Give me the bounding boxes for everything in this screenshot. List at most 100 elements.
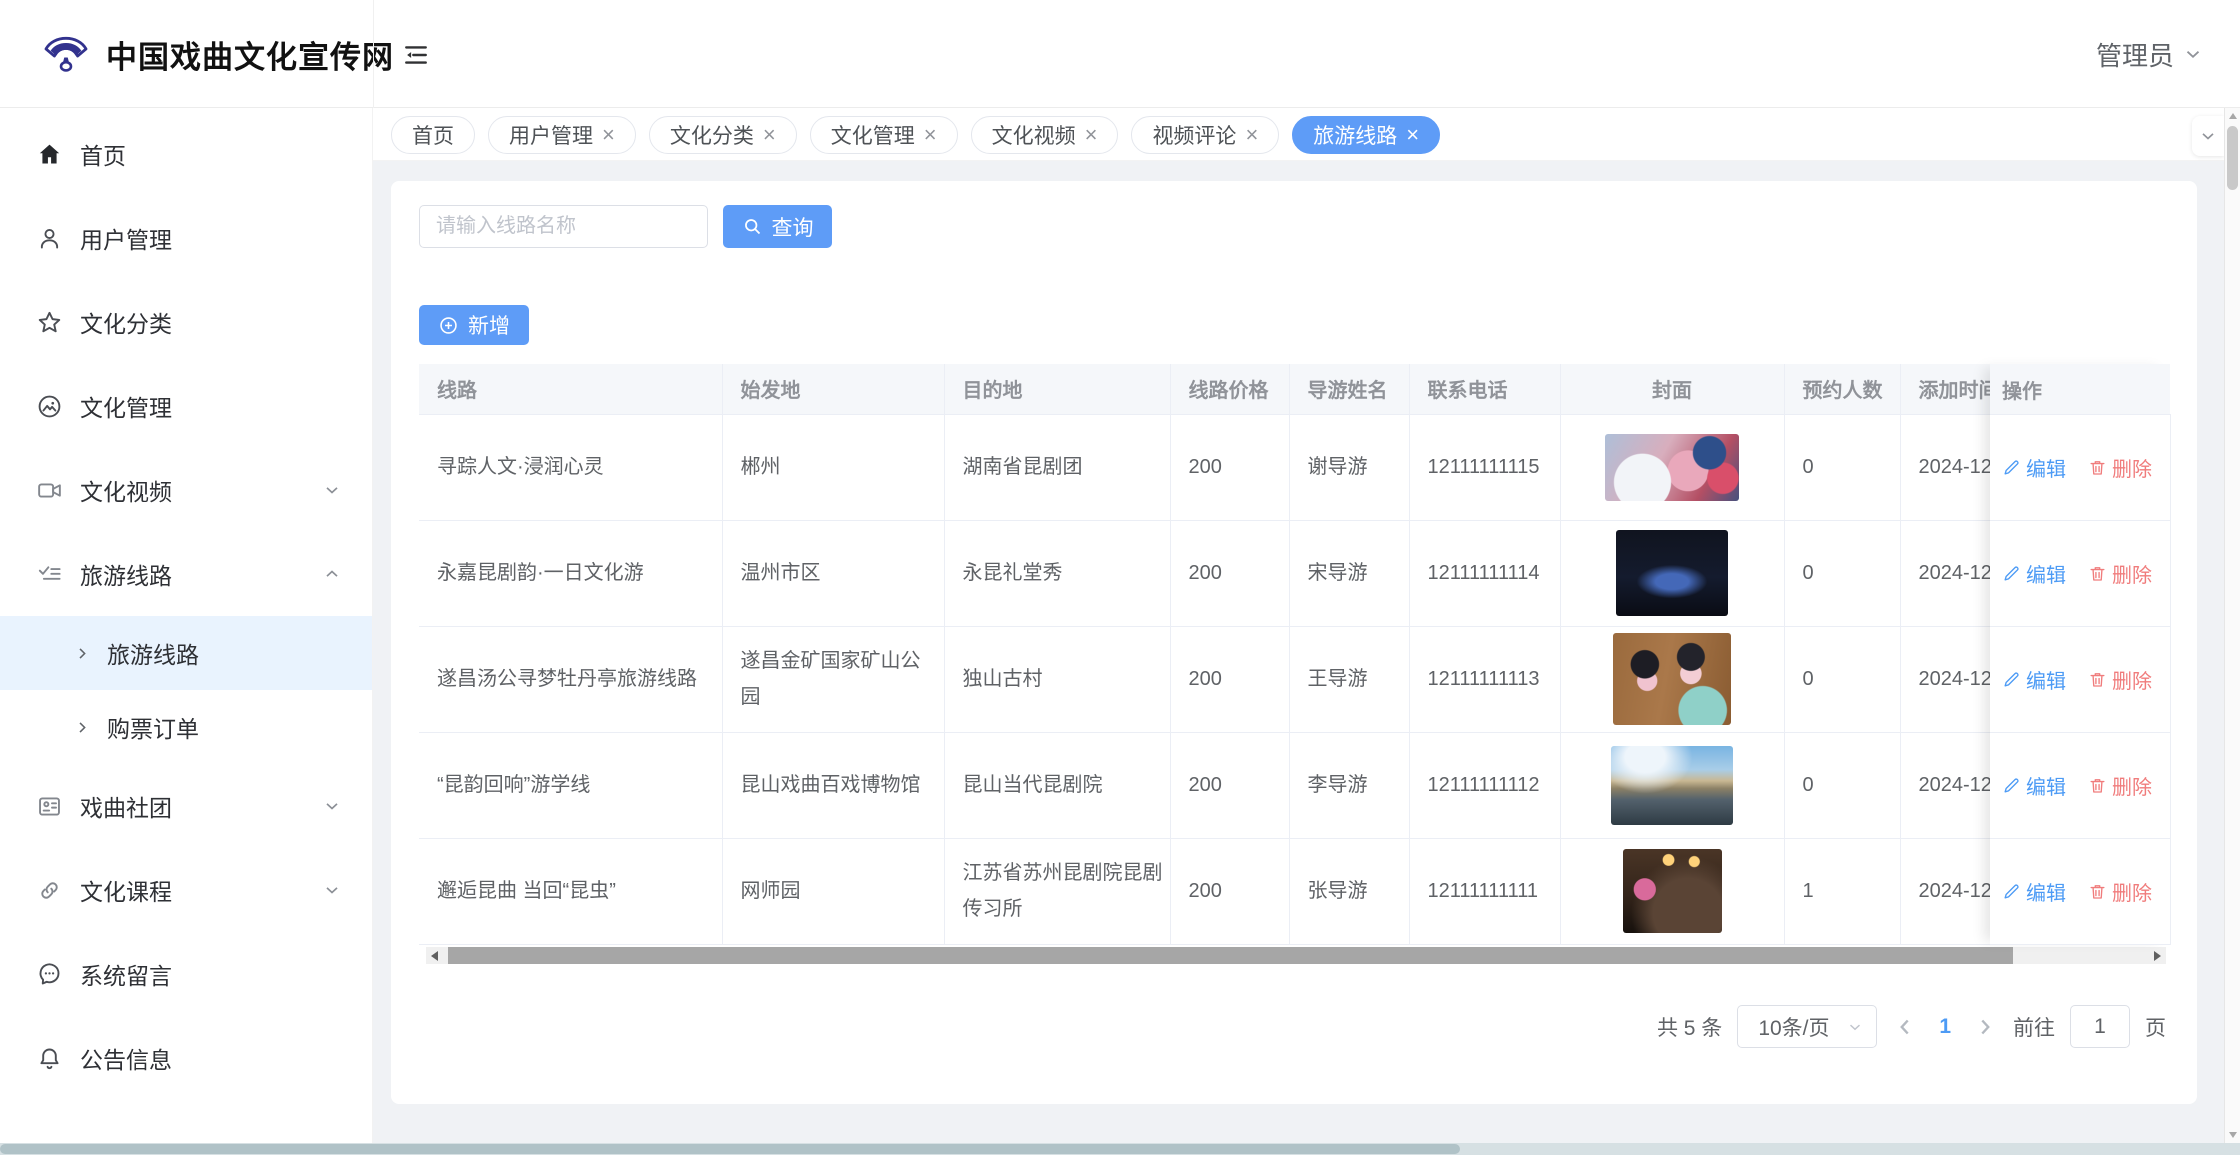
delete-button-label: 删除 bbox=[2112, 671, 2152, 693]
edit-button[interactable]: 编辑 bbox=[2002, 665, 2066, 694]
sidebar-item-label: 系统留言 bbox=[80, 963, 172, 989]
cell-origin: 网师园 bbox=[722, 838, 945, 945]
sidebar-subitem-label: 旅游线路 bbox=[107, 642, 199, 668]
sidebar: 首页 用户管理 文化分类 文化管理 文化视频 旅游线路 旅游线路 购票订单 戏曲社团 文化课程 系统… bbox=[0, 108, 373, 1143]
chevron-down-icon bbox=[322, 796, 342, 816]
table-row: 寻踪人文·浸润心灵 郴州 湖南省昆剧团 200 谢导游 12111111115 0 2024-… bbox=[419, 414, 2171, 521]
chevron-down-icon bbox=[322, 880, 342, 900]
tab-旅游线路[interactable]: 旅游线路 × bbox=[1292, 116, 1441, 154]
route-icon bbox=[36, 561, 63, 588]
sidebar-subitem-旅游线路[interactable]: 旅游线路 bbox=[0, 616, 372, 690]
delete-button[interactable]: 删除 bbox=[2088, 559, 2152, 588]
search-input[interactable] bbox=[419, 205, 708, 248]
current-page[interactable]: 1 bbox=[1933, 1015, 1957, 1039]
column-header-封面: 封面 bbox=[1560, 364, 1785, 415]
trash-icon bbox=[2088, 564, 2107, 583]
sidebar-item-文化分类[interactable]: 文化分类 bbox=[0, 280, 372, 364]
tab-close-icon[interactable]: × bbox=[1406, 124, 1419, 146]
goto-page-input[interactable] bbox=[2070, 1005, 2130, 1048]
cell-price: 200 bbox=[1170, 414, 1290, 521]
search-button-label: 查询 bbox=[771, 216, 814, 240]
tab-文化管理[interactable]: 文化管理 × bbox=[809, 116, 958, 154]
sidebar-item-公告信息[interactable]: 公告信息 bbox=[0, 1016, 372, 1100]
cell-price: 200 bbox=[1170, 520, 1290, 627]
search-icon bbox=[742, 216, 763, 237]
tab-文化视频[interactable]: 文化视频 × bbox=[970, 116, 1119, 154]
delete-button[interactable]: 删除 bbox=[2088, 877, 2152, 906]
tab-视频评论[interactable]: 视频评论 × bbox=[1131, 116, 1280, 154]
tab-close-icon[interactable]: × bbox=[1245, 124, 1258, 146]
cell-bookings: 0 bbox=[1784, 414, 1901, 521]
table-horizontal-scrollbar[interactable] bbox=[426, 947, 2166, 964]
sidebar-item-文化管理[interactable]: 文化管理 bbox=[0, 364, 372, 448]
cell-cover bbox=[1560, 838, 1785, 945]
delete-button[interactable]: 删除 bbox=[2088, 771, 2152, 800]
sidebar-fold-icon[interactable] bbox=[403, 42, 429, 68]
tab-首页[interactable]: 首页 bbox=[391, 116, 475, 154]
tab-label: 视频评论 bbox=[1152, 125, 1237, 148]
add-button[interactable]: 新增 bbox=[419, 305, 529, 345]
cell-cover bbox=[1560, 520, 1785, 627]
edit-button[interactable]: 编辑 bbox=[2002, 559, 2066, 588]
edit-button[interactable]: 编辑 bbox=[2002, 453, 2066, 482]
message-icon bbox=[36, 961, 63, 988]
sidebar-item-文化课程[interactable]: 文化课程 bbox=[0, 848, 372, 932]
tab-close-icon[interactable]: × bbox=[924, 124, 937, 146]
tab-label: 文化分类 bbox=[669, 125, 754, 148]
column-header-始发地: 始发地 bbox=[722, 364, 945, 415]
chevron-right-icon bbox=[74, 645, 91, 662]
column-header-联系电话: 联系电话 bbox=[1409, 364, 1561, 415]
sidebar-item-系统留言[interactable]: 系统留言 bbox=[0, 932, 372, 1016]
prev-page-icon[interactable] bbox=[1892, 1014, 1918, 1040]
chevron-down-icon bbox=[322, 480, 342, 500]
scroll-right-icon[interactable] bbox=[2149, 947, 2166, 964]
actions-column: 操作 编辑 删除 编辑 删除 编辑 删除 编辑 删除 编辑 删除 bbox=[1990, 364, 2170, 945]
edit-button[interactable]: 编辑 bbox=[2002, 771, 2066, 800]
star-icon bbox=[36, 309, 63, 336]
next-page-icon[interactable] bbox=[1972, 1014, 1998, 1040]
delete-button[interactable]: 删除 bbox=[2088, 665, 2152, 694]
edit-button[interactable]: 编辑 bbox=[2002, 877, 2066, 906]
tab-文化分类[interactable]: 文化分类 × bbox=[648, 116, 797, 154]
window-horizontal-scrollbar[interactable] bbox=[0, 1143, 2240, 1155]
app-title: 中国戏曲文化宣传网 bbox=[106, 39, 394, 75]
admin-menu[interactable]: 管理员 bbox=[2096, 0, 2204, 108]
page-size-select[interactable]: 10条/页 bbox=[1737, 1005, 1878, 1048]
tab-overflow-button[interactable] bbox=[2192, 116, 2224, 156]
cell-guide: 宋导游 bbox=[1289, 520, 1410, 627]
delete-button-label: 删除 bbox=[2112, 565, 2152, 587]
tab-close-icon[interactable]: × bbox=[763, 124, 776, 146]
routes-card: 查询 新增 线路始发地目的地线路价格导游姓名联系电话封面预约人数添加时间 寻踪人… bbox=[391, 181, 2197, 1104]
fan-logo-icon bbox=[40, 28, 92, 80]
sidebar-item-戏曲社团[interactable]: 戏曲社团 bbox=[0, 764, 372, 848]
sidebar-item-首页[interactable]: 首页 bbox=[0, 112, 372, 196]
delete-button-label: 删除 bbox=[2112, 459, 2152, 481]
cell-guide: 李导游 bbox=[1289, 732, 1410, 839]
tab-用户管理[interactable]: 用户管理 × bbox=[488, 116, 636, 154]
cell-bookings: 0 bbox=[1784, 732, 1901, 839]
add-button-label: 新增 bbox=[468, 315, 510, 338]
scroll-down-icon[interactable] bbox=[2229, 1132, 2237, 1138]
sidebar-item-旅游线路[interactable]: 旅游线路 bbox=[0, 532, 372, 616]
vertical-scrollbar[interactable] bbox=[2224, 108, 2240, 1143]
trash-icon bbox=[2088, 670, 2107, 689]
search-button[interactable]: 查询 bbox=[723, 205, 832, 248]
scrollbar-thumb[interactable] bbox=[448, 947, 2013, 964]
cell-route: 永嘉昆剧韵·一日文化游 bbox=[419, 520, 723, 627]
sidebar-item-文化视频[interactable]: 文化视频 bbox=[0, 448, 372, 532]
page-unit-label: 页 bbox=[2145, 1016, 2166, 1040]
tab-label: 文化视频 bbox=[991, 125, 1076, 148]
delete-button[interactable]: 删除 bbox=[2088, 453, 2152, 482]
tab-close-icon[interactable]: × bbox=[1085, 124, 1098, 146]
scroll-up-icon[interactable] bbox=[2229, 113, 2237, 119]
edit-button-label: 编辑 bbox=[2026, 777, 2066, 799]
scroll-left-icon[interactable] bbox=[426, 947, 443, 964]
scrollbar-thumb[interactable] bbox=[0, 1144, 1460, 1154]
sidebar-item-label: 文化管理 bbox=[80, 395, 172, 421]
sidebar-item-用户管理[interactable]: 用户管理 bbox=[0, 196, 372, 280]
cell-guide: 张导游 bbox=[1289, 838, 1410, 945]
tab-close-icon[interactable]: × bbox=[602, 124, 615, 146]
sidebar-subitem-购票订单[interactable]: 购票订单 bbox=[0, 690, 372, 764]
scrollbar-thumb[interactable] bbox=[2227, 126, 2238, 190]
bell-icon bbox=[36, 1045, 63, 1072]
